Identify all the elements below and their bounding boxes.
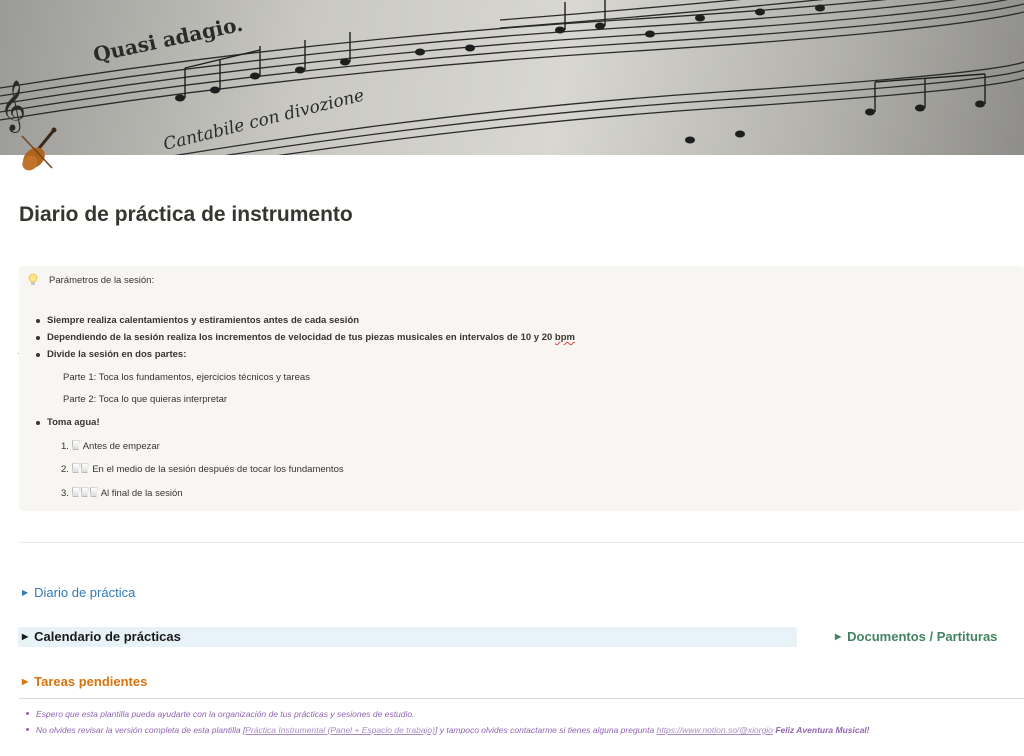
- glass-icon: [89, 487, 98, 497]
- list-item-unit: bpm: [554, 332, 575, 343]
- footer-closing: Feliz Aventura Musical!: [775, 725, 870, 735]
- callout-heading: Parámetros de la sesión:: [49, 275, 155, 286]
- part-1-text: Parte 1: Toca los fundamentos, ejercicio…: [63, 372, 310, 383]
- footer-text: No olvides revisar la versión completa d…: [36, 725, 246, 735]
- footer-note: No olvides revisar la versión completa d…: [26, 725, 870, 735]
- lightbulb-icon: [27, 273, 39, 287]
- profile-link[interactable]: https://www.notion.so/@xiorgio: [657, 725, 773, 735]
- toggle-label: Tareas pendientes: [34, 674, 148, 689]
- glass-icon: [80, 463, 89, 473]
- part-2-text: Parte 2: Toca lo que quieras interpretar: [63, 394, 228, 405]
- numbered-item: 2. En el medio de la sesión después de t…: [61, 463, 344, 475]
- list-item: Siempre realiza calentamientos y estiram…: [35, 315, 360, 326]
- toggle-triangle-icon[interactable]: ▶: [22, 632, 28, 641]
- list-item: Dependiendo de la sesión realiza los inc…: [36, 332, 575, 343]
- glass-icon: [71, 463, 80, 473]
- cover-text-expression: Cantabile con divozione: [161, 86, 366, 155]
- divider: [19, 698, 1024, 699]
- divider: [19, 542, 1024, 543]
- numbered-item: 1. Antes de empezar: [61, 440, 160, 452]
- numbered-item-text: En el medio de la sesión después de toca…: [92, 464, 344, 475]
- toggle-label: Calendario de prácticas: [34, 629, 181, 644]
- toggle-tareas-pendientes[interactable]: ▶ Tareas pendientes: [22, 674, 147, 689]
- toggle-diario-de-practica[interactable]: ▶ Diario de práctica: [22, 585, 135, 600]
- toggle-documentos-partituras[interactable]: ▶ Documentos / Partituras: [835, 629, 997, 644]
- toggle-triangle-icon[interactable]: ▶: [22, 677, 28, 686]
- violin-icon[interactable]: [14, 126, 62, 174]
- glass-icon: [71, 440, 80, 450]
- glass-icon: [80, 487, 89, 497]
- number-label: 1.: [61, 441, 69, 452]
- toggle-calendario-de-practicas[interactable]: ▶ Calendario de prácticas: [22, 629, 181, 644]
- list-item: Toma agua!: [36, 417, 100, 428]
- numbered-item-text: Al final de la sesión: [100, 488, 183, 499]
- toggle-triangle-icon[interactable]: ▶: [835, 632, 841, 641]
- glass-icon: [71, 487, 80, 497]
- toggle-label: Documentos / Partituras: [847, 629, 998, 644]
- numbered-item-text: Antes de empezar: [82, 441, 160, 452]
- number-label: 3.: [61, 488, 69, 499]
- number-label: 2.: [61, 464, 69, 475]
- toggle-label: Diario de práctica: [34, 585, 136, 600]
- toggle-triangle-icon[interactable]: ▶: [22, 588, 28, 597]
- page-title: Diario de práctica de instrumento: [19, 203, 353, 226]
- sheet-music-graphic: Quasi adagio. Cantabile con divozione 𝄞: [0, 0, 1024, 155]
- numbered-item: 3. Al final de la sesión: [61, 487, 183, 499]
- cover-image[interactable]: Quasi adagio. Cantabile con divozione 𝄞: [0, 0, 1024, 155]
- list-item: Divide la sesión en dos partes:: [35, 349, 187, 360]
- footer-note: Espero que esta plantilla pueda ayudarte…: [26, 709, 415, 719]
- footer-text: ] y tampoco olvides contactarme si tiene…: [435, 725, 657, 735]
- list-item-text: Dependiendo de la sesión realiza los inc…: [47, 332, 555, 343]
- template-link[interactable]: Práctica Instrumental (Panel + Espacio d…: [245, 725, 435, 735]
